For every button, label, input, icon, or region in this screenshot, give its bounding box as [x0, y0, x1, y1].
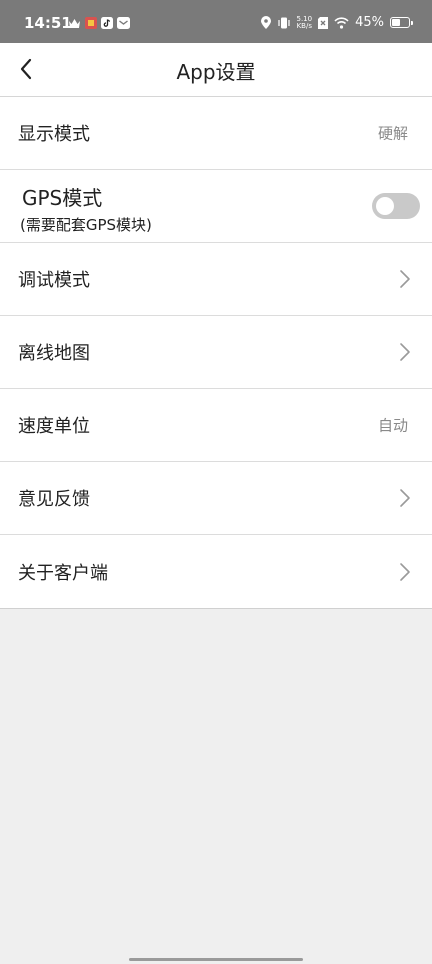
speed-unit-value: 自动 — [377, 416, 408, 435]
display-mode-label: 显示模式 — [18, 124, 90, 145]
gps-mode-sublabel: (需要配套GPS模块) — [20, 216, 152, 234]
home-indicator[interactable] — [129, 958, 303, 961]
setting-row-debug-mode[interactable]: 调试模式 — [0, 243, 432, 316]
mail-icon — [117, 17, 130, 29]
location-icon — [260, 16, 271, 29]
feedback-label: 意见反馈 — [18, 489, 90, 510]
chevron-right-icon — [400, 489, 410, 507]
offline-map-label: 离线地图 — [18, 343, 90, 364]
battery-percent: 45% — [355, 15, 384, 30]
debug-mode-label: 调试模式 — [18, 270, 90, 291]
setting-row-offline-map[interactable]: 离线地图 — [0, 316, 432, 389]
chevron-right-icon — [400, 270, 410, 288]
battery-icon — [390, 17, 413, 28]
status-indicators: 5.10 KB/s 45% — [260, 15, 413, 30]
gps-mode-toggle[interactable] — [372, 193, 420, 219]
app-badge-icon — [85, 17, 97, 29]
settings-list: 显示模式 硬解 GPS模式 (需要配套GPS模块) 调试模式 离线地图 速度单位… — [0, 97, 432, 609]
gps-mode-label: GPS模式 — [22, 186, 103, 210]
status-bar: 14:51 5.10 KB/s 45% — [0, 0, 432, 43]
tiktok-icon — [101, 17, 113, 29]
battery-level-fill — [392, 19, 401, 26]
notification-icons — [68, 17, 130, 29]
crown-icon — [69, 18, 80, 28]
chevron-right-icon — [400, 343, 410, 361]
wifi-icon — [334, 16, 349, 29]
setting-row-display-mode[interactable]: 显示模式 硬解 — [0, 97, 432, 170]
display-mode-value: 硬解 — [377, 124, 408, 143]
status-time: 14:51 — [24, 14, 72, 32]
chevron-right-icon — [400, 562, 410, 581]
app-header: App设置 — [0, 43, 432, 97]
network-speed: 5.10 KB/s — [296, 15, 313, 30]
vibrate-icon — [277, 17, 290, 28]
no-sim-icon — [318, 16, 329, 29]
setting-row-about[interactable]: 关于客户端 — [0, 535, 432, 608]
setting-row-gps-mode: GPS模式 (需要配套GPS模块) — [0, 170, 432, 243]
page-title: App设置 — [176, 60, 256, 84]
setting-row-feedback[interactable]: 意见反馈 — [0, 462, 432, 535]
about-label: 关于客户端 — [18, 562, 108, 584]
toggle-knob — [376, 197, 394, 215]
network-speed-unit: KB/s — [296, 21, 312, 30]
speed-unit-label: 速度单位 — [18, 416, 90, 437]
setting-row-speed-unit[interactable]: 速度单位 自动 — [0, 389, 432, 462]
